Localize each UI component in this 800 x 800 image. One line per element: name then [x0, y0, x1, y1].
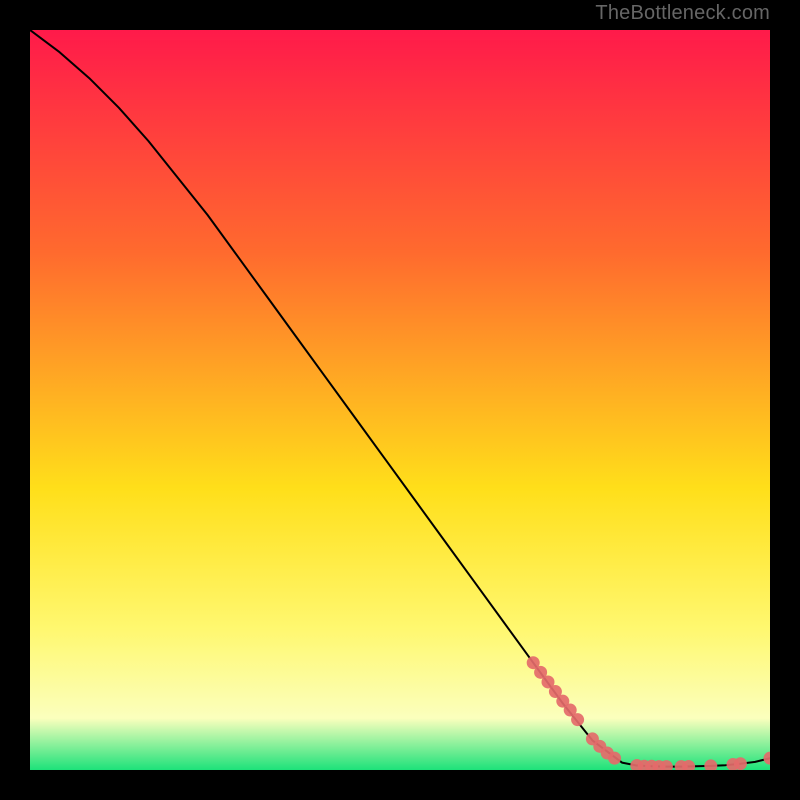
- chart-svg: [30, 30, 770, 770]
- attribution-text: TheBottleneck.com: [595, 2, 770, 25]
- chart-frame: TheBottleneck.com: [0, 0, 800, 800]
- plot-area: [30, 30, 770, 770]
